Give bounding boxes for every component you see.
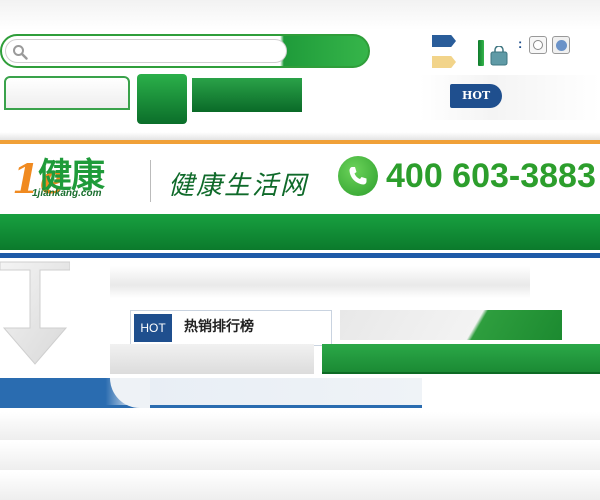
- colon-text: :: [518, 36, 523, 51]
- account-button[interactable]: [4, 76, 130, 110]
- search-bar[interactable]: [0, 34, 370, 68]
- phone-icon: [338, 156, 378, 196]
- green-button[interactable]: [192, 78, 302, 112]
- top-strip: [0, 0, 600, 30]
- divider-orange: [0, 140, 600, 144]
- search-icon[interactable]: [12, 44, 28, 60]
- square-button[interactable]: [137, 74, 187, 124]
- blue-tab-bar[interactable]: [0, 378, 422, 408]
- flag-blue-icon[interactable]: [432, 35, 456, 47]
- decorative-swoosh: [420, 75, 600, 120]
- gray-bar: [110, 266, 530, 298]
- hot-list-title[interactable]: 热销排行榜: [184, 316, 254, 338]
- nav-underline: [0, 250, 600, 258]
- green-marker: [478, 40, 484, 66]
- divider: [0, 132, 600, 140]
- green-tab[interactable]: [322, 344, 600, 374]
- main-nav-bar[interactable]: [0, 214, 600, 250]
- tab-gray-green[interactable]: [340, 310, 562, 340]
- arrow-down-icon: [0, 261, 70, 365]
- flag-yellow-icon[interactable]: [432, 56, 456, 68]
- slogan: 健康生活网: [168, 171, 309, 201]
- hot-badge[interactable]: HOT: [450, 84, 502, 108]
- bag-icon[interactable]: [490, 46, 508, 66]
- logo-separator: [150, 160, 151, 202]
- search-input[interactable]: [5, 39, 287, 63]
- option-blue-icon[interactable]: [552, 36, 570, 54]
- list-row: [0, 472, 600, 500]
- list-row: [0, 412, 600, 440]
- phone-number: 400 603-3883: [386, 157, 596, 195]
- option-empty-icon[interactable]: [529, 36, 547, 54]
- hot-tag: HOT: [134, 314, 172, 342]
- logo-domain: 1jiankang.com: [32, 188, 102, 199]
- gray-tab[interactable]: [110, 344, 314, 374]
- list-row: [0, 442, 600, 470]
